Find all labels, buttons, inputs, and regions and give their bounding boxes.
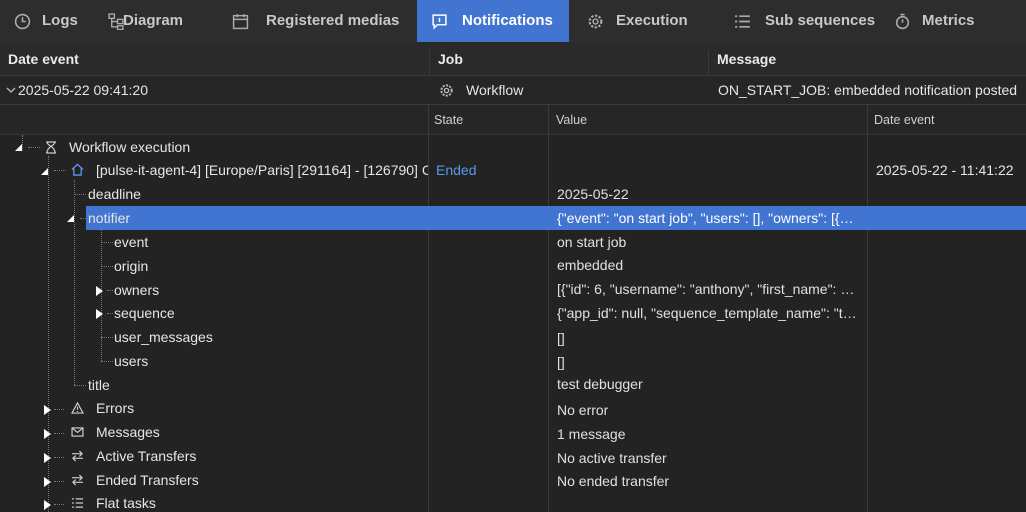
tab-notifications[interactable]: Notifications <box>417 0 569 42</box>
tree-item-active-transfers[interactable]: Active Transfers No active transfer <box>0 445 1026 469</box>
transfer-icon <box>71 474 84 486</box>
expand-toggle[interactable] <box>44 453 51 463</box>
tree-item-user-messages[interactable]: user_messages [] <box>0 325 1026 349</box>
stopwatch-icon <box>895 13 910 30</box>
expand-toggle[interactable] <box>96 309 103 319</box>
column-job[interactable]: Job <box>438 42 463 75</box>
chevron-down-icon[interactable] <box>6 76 16 104</box>
tree-item-flat-tasks[interactable]: Flat tasks <box>0 492 1026 512</box>
column-detail-date[interactable]: Date event <box>874 105 934 134</box>
tree-item-deadline[interactable]: deadline 2025-05-22 <box>0 182 1026 206</box>
calendar-icon <box>232 14 249 30</box>
expand-toggle[interactable] <box>96 286 103 296</box>
tree-item-users[interactable]: users [] <box>0 349 1026 373</box>
tree-item-owners[interactable]: owners [{"id": 6, "username": "anthony",… <box>0 278 1026 302</box>
expand-toggle[interactable] <box>44 500 51 510</box>
tree-item-agent[interactable]: [pulse-it-agent-4] [Europe/Paris] [29116… <box>0 158 1026 182</box>
state-ended: Ended <box>436 162 477 178</box>
notification-icon <box>432 14 447 30</box>
gear-icon <box>588 14 603 29</box>
clock-icon <box>14 13 31 30</box>
column-state[interactable]: State <box>434 105 463 134</box>
detail-header: State Value Date event <box>0 105 1026 135</box>
expand-toggle[interactable] <box>44 405 51 415</box>
expand-toggle[interactable] <box>44 429 51 439</box>
tree-item-notifier[interactable]: notifier {"event": "on start job", "user… <box>0 206 1026 230</box>
tree-item-messages[interactable]: Messages 1 message <box>0 421 1026 445</box>
tree-item-title[interactable]: title test debugger <box>0 373 1026 397</box>
home-icon <box>71 163 84 176</box>
tab-logs[interactable]: Logs <box>0 0 94 42</box>
notification-date: 2025-05-22 09:41:20 <box>18 82 148 98</box>
agent-date: 2025-05-22 - 11:41:22 <box>876 162 1014 178</box>
tab-sub-sequences[interactable]: Sub sequences <box>719 0 882 42</box>
tree-item-event[interactable]: event on start job <box>0 230 1026 254</box>
expand-toggle[interactable] <box>44 477 51 487</box>
notification-row[interactable]: 2025-05-22 09:41:20 Workflow ON_START_JO… <box>0 76 1026 105</box>
tab-diagram[interactable]: Diagram <box>94 0 218 42</box>
tab-execution[interactable]: Execution <box>569 0 719 42</box>
list-icon <box>735 15 750 28</box>
list-icon <box>71 498 84 508</box>
gear-icon <box>439 76 454 104</box>
column-value[interactable]: Value <box>556 105 587 134</box>
tree-item-origin[interactable]: origin embedded <box>0 254 1026 278</box>
tab-registered-medias[interactable]: Registered medias <box>218 0 417 42</box>
notification-job: Workflow <box>466 82 524 98</box>
column-message[interactable]: Message <box>717 42 776 75</box>
tab-bar: Logs Diagram Registered medias Notificat… <box>0 0 1026 42</box>
tree-item-errors[interactable]: Errors No error <box>0 397 1026 421</box>
tree-item-ended-transfers[interactable]: Ended Transfers No ended transfer <box>0 469 1026 493</box>
tab-metrics[interactable]: Metrics <box>882 0 1026 42</box>
tree-item-sequence[interactable]: sequence {"app_id": null, "sequence_temp… <box>0 301 1026 325</box>
column-date-event[interactable]: Date event <box>8 42 79 75</box>
transfer-icon <box>71 450 84 462</box>
hourglass-icon <box>46 141 56 154</box>
expand-toggle[interactable] <box>15 144 22 151</box>
expand-toggle[interactable] <box>67 215 74 222</box>
notification-message: ON_START_JOB: embedded notification post… <box>718 82 1018 98</box>
expand-toggle[interactable] <box>41 168 48 175</box>
warning-icon <box>71 402 84 414</box>
table-header: Date event Job Message <box>0 42 1026 76</box>
tree-item-workflow-execution[interactable]: Workflow execution <box>0 135 1026 159</box>
envelope-icon <box>71 427 84 437</box>
